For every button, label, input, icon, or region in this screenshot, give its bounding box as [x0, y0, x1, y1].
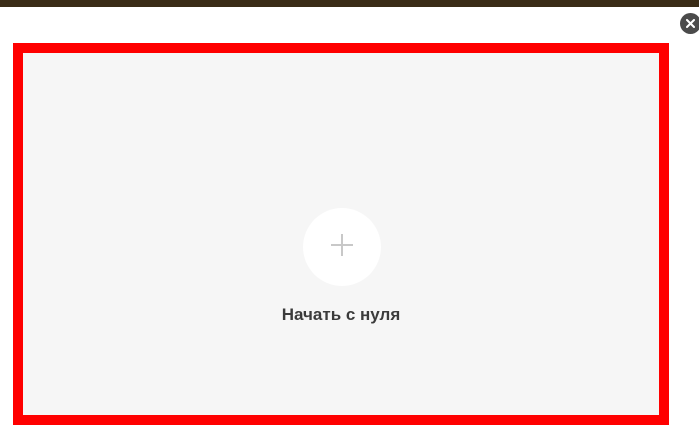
- plus-icon: [329, 232, 355, 263]
- close-icon: [686, 19, 695, 28]
- top-strip: [0, 0, 699, 7]
- close-button[interactable]: [680, 13, 699, 34]
- start-from-scratch-label: Начать с нуля: [281, 305, 401, 324]
- start-from-scratch-card[interactable]: Начать с нуля: [13, 43, 669, 425]
- plus-button[interactable]: [303, 208, 381, 286]
